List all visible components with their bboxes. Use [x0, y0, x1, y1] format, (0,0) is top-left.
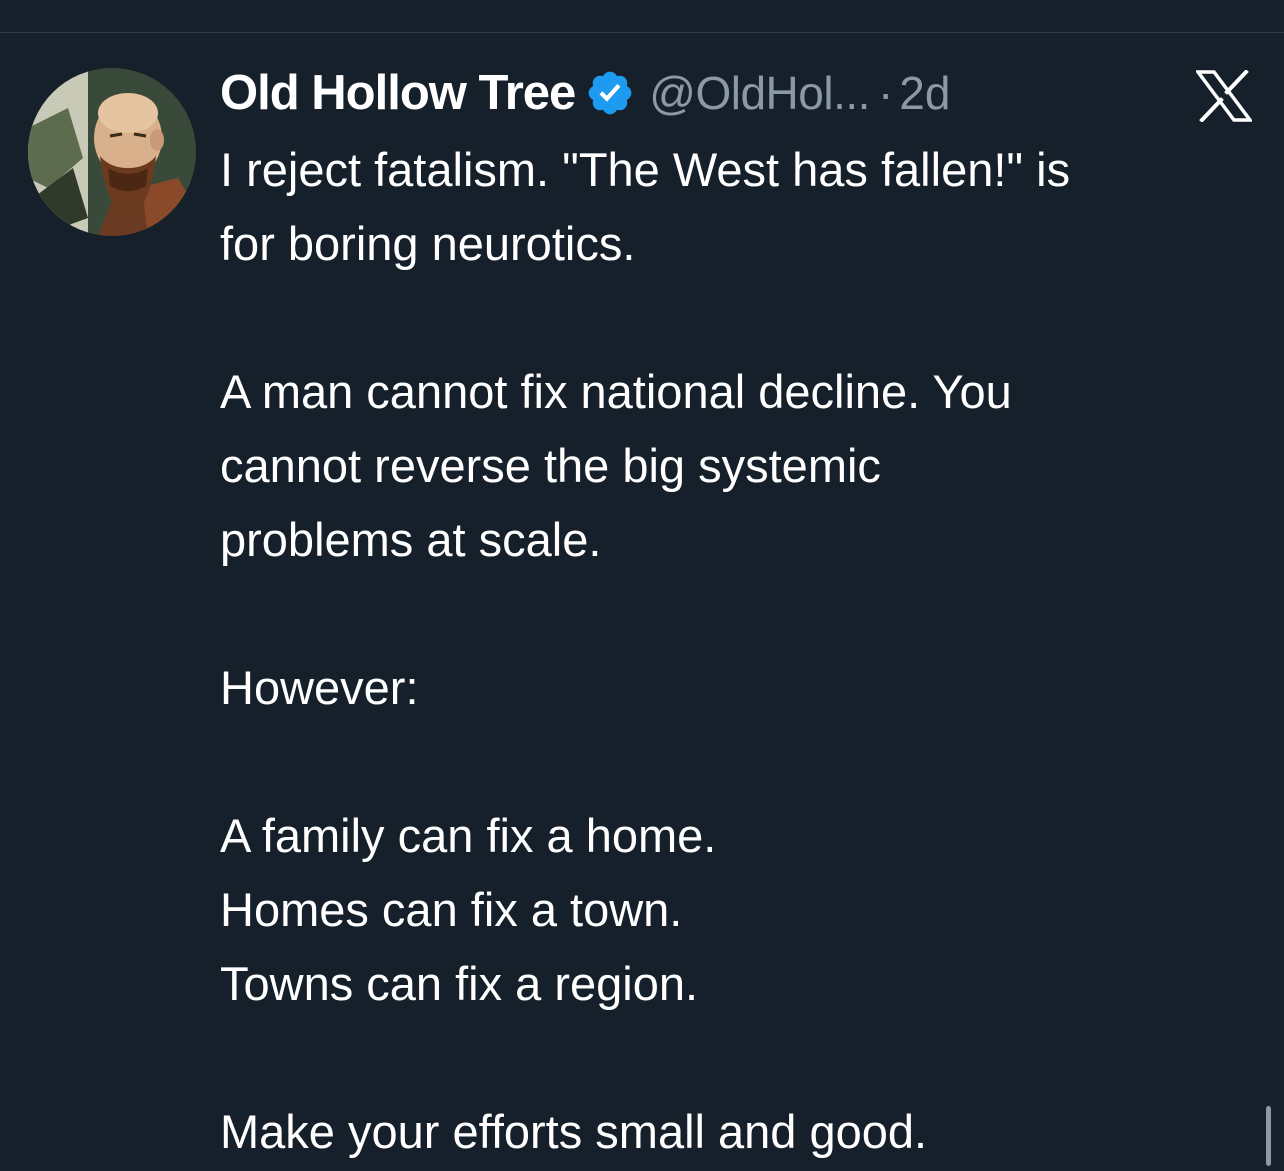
tweet-text-line: However: — [220, 661, 419, 714]
tweet-text-line: problems at scale. — [220, 513, 602, 566]
timestamp[interactable]: 2d — [899, 66, 950, 120]
tweet-text-line: A family can fix a home. — [220, 809, 717, 862]
tweet-text-line: Make your efforts small and good. — [220, 1105, 928, 1158]
tweet-header: Old Hollow Tree @OldHol... · 2d — [220, 62, 950, 124]
x-logo-icon[interactable] — [1194, 69, 1254, 123]
tweet-text-line: I reject fatalism. "The West has fallen!… — [220, 143, 1071, 196]
tweet-text-line: for boring neurotics. — [220, 217, 636, 270]
tweet-text-line: Towns can fix a region. — [220, 957, 699, 1010]
user-handle[interactable]: @OldHol... — [649, 66, 870, 120]
tweet-text-line: Homes can fix a town. — [220, 883, 683, 936]
avatar[interactable] — [28, 68, 196, 236]
tweet-text-line: A man cannot fix national decline. You — [220, 365, 1012, 418]
verified-badge-icon[interactable] — [585, 68, 635, 118]
top-divider — [0, 32, 1284, 33]
tweet-text: I reject fatalism. "The West has fallen!… — [220, 133, 1270, 1169]
display-name[interactable]: Old Hollow Tree — [220, 65, 576, 121]
tweet-text-line: cannot reverse the big systemic — [220, 439, 881, 492]
scrollbar-thumb[interactable] — [1266, 1106, 1271, 1166]
avatar-image — [28, 68, 196, 236]
separator-dot: · — [877, 67, 894, 119]
